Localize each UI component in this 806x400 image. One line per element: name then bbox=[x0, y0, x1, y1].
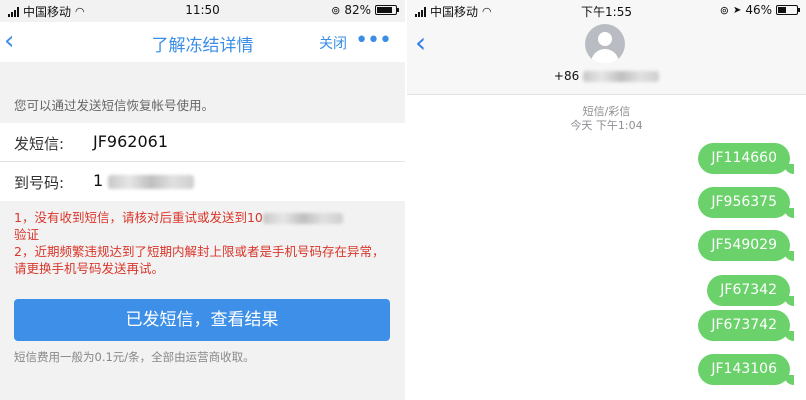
back-chevron-icon[interactable]: ‹ bbox=[4, 26, 14, 56]
battery-percent: 82% bbox=[344, 3, 371, 17]
target-number-prefix: 1 bbox=[93, 171, 104, 190]
sent-message-bubble[interactable]: JF67342 bbox=[707, 275, 794, 306]
warning-line1-suffix: 验证 bbox=[14, 227, 40, 242]
more-icon[interactable]: ••• bbox=[355, 28, 392, 53]
wifi-icon: ◠ bbox=[482, 5, 492, 18]
status-bar: 中国移动 ◠ 下午1:55 ⊚ ➤ 46% bbox=[407, 0, 806, 22]
country-code: +86 bbox=[553, 69, 580, 83]
check-result-button[interactable]: 已发短信，查看结果 bbox=[14, 299, 390, 341]
target-number-row: 到号码: 1 bbox=[0, 162, 405, 201]
sms-label: 发短信: bbox=[14, 135, 65, 153]
warning-line2: 2，近期频繁违规达到了短期内解封上限或者是手机号码存在异常，请更换手机号码发送再… bbox=[14, 244, 385, 276]
redacted-number bbox=[583, 71, 660, 82]
target-number[interactable]: 1 bbox=[93, 171, 195, 190]
sent-message-bubble[interactable]: JF143106 bbox=[698, 354, 794, 385]
sent-message-bubble[interactable]: JF956375 bbox=[698, 187, 794, 218]
left-screenshot: 中国移动 ◠ 11:50 ⊚ 82% ‹ 了解冻结详情 关闭 ••• 您可以通过… bbox=[0, 0, 405, 400]
thread-timestamp: 今天 下午1:04 bbox=[570, 119, 643, 132]
sent-message-bubble[interactable]: JF114660 bbox=[698, 143, 794, 174]
sms-form: 发短信: JF962061 到号码: 1 bbox=[0, 123, 405, 201]
signal-icon bbox=[8, 6, 19, 17]
sms-code[interactable]: JF962061 bbox=[93, 132, 168, 151]
warning-line1: 1，没有收到短信，请核对后重试或发送到10 bbox=[14, 210, 263, 225]
thread-type: 短信/彩信 bbox=[582, 105, 631, 118]
battery-percent: 46% bbox=[745, 3, 772, 17]
wifi-icon: ◠ bbox=[75, 5, 85, 18]
rotation-lock-icon: ⊚ bbox=[331, 3, 341, 17]
number-label: 到号码: bbox=[14, 174, 65, 192]
close-button[interactable]: 关闭 bbox=[319, 33, 347, 53]
recovery-hint: 您可以通过发送短信恢复帐号使用。 bbox=[14, 98, 215, 113]
battery-icon bbox=[776, 5, 800, 15]
sent-message-bubble[interactable]: JF673742 bbox=[698, 310, 794, 341]
sent-message-bubble[interactable]: JF549029 bbox=[698, 230, 794, 261]
conversation-header: 中国移动 ◠ 下午1:55 ⊚ ➤ 46% ‹ +86 bbox=[407, 0, 806, 95]
nav-bar: ‹ 了解冻结详情 关闭 ••• bbox=[0, 22, 405, 62]
carrier-name: 中国移动 bbox=[430, 5, 479, 19]
carrier-name: 中国移动 bbox=[23, 5, 72, 19]
warning-text: 1，没有收到短信，请核对后重试或发送到10 验证 2，近期频繁违规达到了短期内解… bbox=[14, 209, 394, 277]
signal-icon bbox=[415, 6, 426, 17]
back-chevron-icon[interactable]: ‹ bbox=[415, 26, 426, 59]
right-screenshot: 中国移动 ◠ 下午1:55 ⊚ ➤ 46% ‹ +86 短信/彩信 今天 下午1… bbox=[407, 0, 806, 400]
status-bar: 中国移动 ◠ 11:50 ⊚ 82% bbox=[0, 0, 405, 22]
contact-number[interactable]: +86 bbox=[407, 69, 806, 83]
contact-avatar-icon[interactable] bbox=[585, 24, 625, 64]
redacted-number bbox=[108, 174, 195, 189]
thread-meta: 短信/彩信 今天 下午1:04 bbox=[407, 105, 806, 133]
rotation-lock-icon: ⊚ bbox=[719, 3, 729, 17]
sms-content-row: 发短信: JF962061 bbox=[0, 123, 405, 162]
battery-icon bbox=[375, 5, 399, 15]
fee-note: 短信费用一般为0.1元/条，全部由运营商收取。 bbox=[14, 350, 255, 364]
redacted-number bbox=[262, 213, 343, 224]
location-icon: ➤ bbox=[732, 4, 742, 16]
